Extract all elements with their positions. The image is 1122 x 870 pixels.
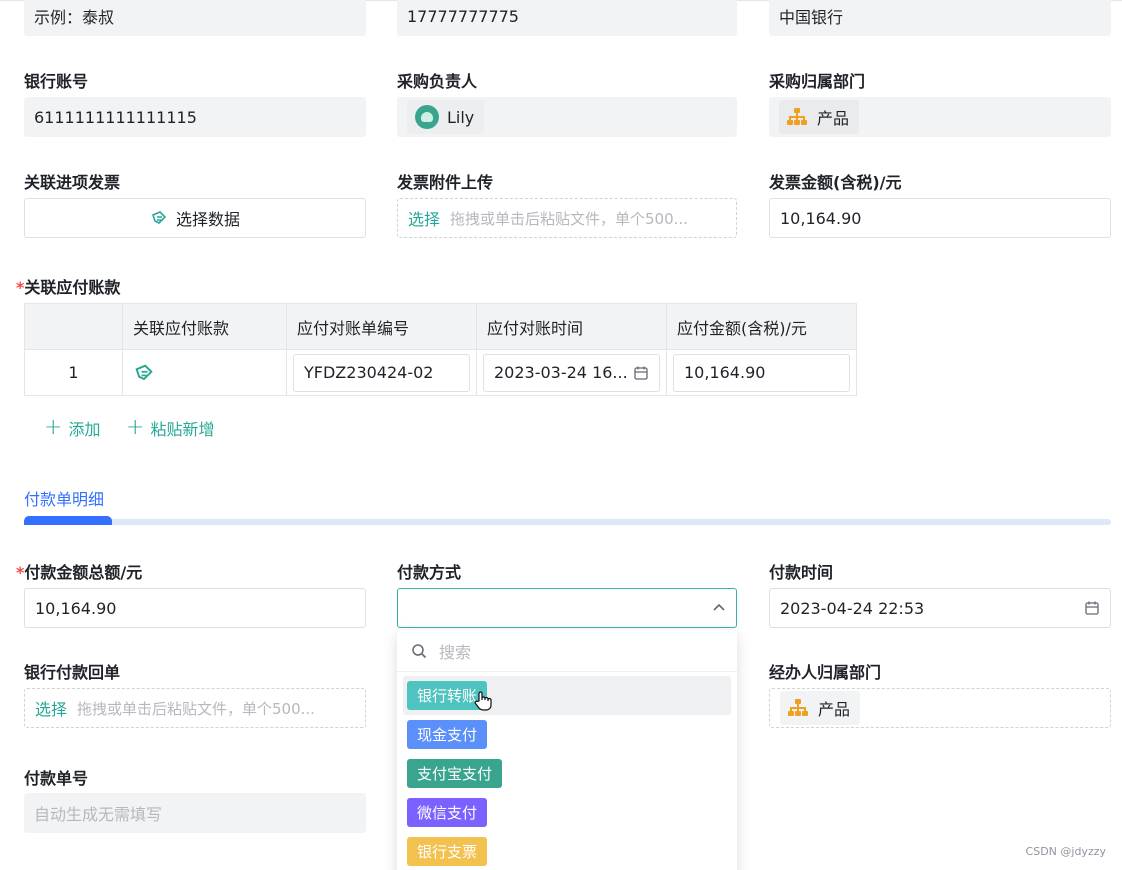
select-data-button[interactable]: 选择数据 [24,198,366,238]
purchase-dept-field: 产品 [769,97,1111,137]
option-tag: 微信支付 [407,798,488,827]
statement-no-cell: YFDZ230424-02 [286,349,477,396]
purchase-dept-value: 产品 [817,109,850,128]
upload-hint: 拖拽或单击后粘贴文件，单个500... [450,209,688,228]
purchaser-chip[interactable]: Lily [407,100,485,134]
tab-track [24,519,1111,525]
handler-dept-field: 产品 [769,688,1111,728]
option-wechat[interactable]: 微信支付 [397,793,737,832]
payment-no-placeholder: 自动生成无需填写 [34,805,163,824]
calendar-icon [633,365,649,381]
payment-time-label: 付款时间 [769,563,834,582]
invoice-amount-input[interactable]: 10,164.90 [769,198,1111,238]
statement-no-input[interactable]: YFDZ230424-02 [293,353,470,392]
payment-no-field: 自动生成无需填写 [24,793,366,833]
table-row: 1 YFDZ230424-02 2023-03-24 16... 10,164.… [24,349,857,396]
amount-cell: 10,164.90 [666,349,857,396]
receipt-label: 银行付款回单 [24,663,121,682]
table-header: 应付对账单编号 [286,303,477,350]
payment-no-label: 付款单号 [24,769,89,788]
payment-total-input[interactable]: 10,164.90 [24,588,366,628]
receipt-upload-hint: 拖拽或单击后粘贴文件，单个500... [77,699,315,718]
payables-label: *关联应付账款 [16,278,121,297]
amount-input[interactable]: 10,164.90 [673,353,850,392]
plus-icon: + [126,415,145,440]
supplier-contact-field: 示例：泰叔 [24,0,366,36]
handler-dept-value: 产品 [818,700,851,719]
table-header: 应付金额(含税)/元 [666,303,857,350]
option-alipay[interactable]: 支付宝支付 [397,754,737,793]
add-row-button[interactable]: + 添加 [44,416,100,440]
payment-time-value: 2023-04-24 22:53 [780,598,925,618]
link-data-icon[interactable] [133,362,276,384]
search-icon [411,643,427,659]
handler-dept-chip[interactable]: 产品 [780,691,861,725]
option-bank-transfer[interactable]: 银行转账 [403,676,731,715]
link-data-icon [150,209,168,227]
purchaser-field: Lily [397,97,737,137]
bank-account-field: 6111111111111115 [24,97,366,137]
phone-value: 17777777775 [407,6,519,26]
table-header-row: 关联应付账款 应付对账单编号 应付对账时间 应付金额(含税)/元 [24,303,857,350]
invoice-amount-value: 10,164.90 [780,208,862,228]
link-payable-cell[interactable] [122,349,287,396]
payment-time-input[interactable]: 2023-04-24 22:53 [769,588,1111,628]
handler-dept-label: 经办人归属部门 [769,663,882,682]
add-row-label: 添加 [68,420,101,439]
paste-add-label: 粘贴新增 [150,420,215,439]
invoice-upload-area[interactable]: 选择 拖拽或单击后粘贴文件，单个500... [397,198,737,238]
invoice-amount-label: 发票金额(含税)/元 [769,173,902,192]
search-placeholder: 搜索 [439,642,472,662]
purchaser-value: Lily [447,107,475,127]
payables-table: 关联应付账款 应付对账单编号 应付对账时间 应付金额(含税)/元 1 YFDZ2… [24,303,857,396]
bank-value: 中国银行 [779,8,844,27]
payment-total-value: 10,164.90 [35,598,117,618]
payment-method-dropdown: 搜索 银行转账 现金支付 支付宝支付 微信支付 银行支票 [397,630,737,870]
select-data-label: 选择数据 [175,210,240,229]
watermark: CSDN @jdyzzy [1025,845,1106,858]
org-chart-icon [788,699,808,717]
bank-account-label: 银行账号 [24,72,89,91]
option-tag: 银行支票 [407,837,488,866]
purchase-dept-chip[interactable]: 产品 [779,100,860,134]
table-header: 关联应付账款 [122,303,287,350]
calendar-icon [1084,600,1100,616]
statement-time-cell: 2023-03-24 16... [476,349,667,396]
option-tag: 支付宝支付 [407,759,503,788]
avatar [415,105,439,129]
tab-active-indicator [24,516,112,525]
tab-payment-detail[interactable]: 付款单明细 [24,486,104,510]
receipt-upload-area[interactable]: 选择 拖拽或单击后粘贴文件，单个500... [24,688,366,728]
invoice-attach-label: 发票附件上传 [397,173,494,192]
row-index: 1 [24,349,123,396]
bank-field: 中国银行 [769,0,1111,36]
purchase-dept-label: 采购归属部门 [769,72,866,91]
org-chart-icon [787,108,807,126]
payment-total-label: *付款金额总额/元 [16,563,143,582]
chevron-up-icon [712,601,726,615]
paste-add-button[interactable]: + 粘贴新增 [126,416,214,440]
option-tag: 现金支付 [407,720,488,749]
hand-cursor-icon [473,690,493,712]
dropdown-search[interactable]: 搜索 [397,630,737,672]
statement-time-input[interactable]: 2023-03-24 16... [483,353,660,392]
payment-method-label: 付款方式 [397,563,462,582]
table-header: 应付对账时间 [476,303,667,350]
plus-icon: + [44,415,63,440]
option-bank-check[interactable]: 银行支票 [397,832,737,870]
phone-field: 17777777775 [397,0,737,36]
upload-select-link[interactable]: 选择 [408,206,440,230]
purchaser-label: 采购负责人 [397,72,478,91]
bank-account-value: 6111111111111115 [34,107,197,127]
supplier-contact-value: 示例：泰叔 [34,8,115,27]
table-header [24,303,123,350]
option-cash[interactable]: 现金支付 [397,715,737,754]
invoice-link-label: 关联进项发票 [24,173,121,192]
payment-method-select[interactable] [397,588,737,628]
receipt-select-link[interactable]: 选择 [35,696,67,720]
